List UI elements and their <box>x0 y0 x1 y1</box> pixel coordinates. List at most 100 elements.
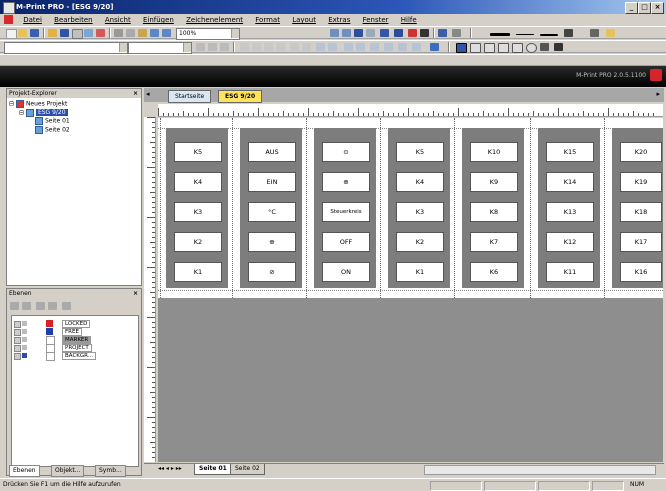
key-label[interactable]: OFF <box>322 232 370 252</box>
key-label[interactable]: K9 <box>470 172 518 192</box>
key-label[interactable]: K10 <box>470 142 518 162</box>
text-frame-icon[interactable] <box>484 43 495 53</box>
undo-icon[interactable] <box>150 29 159 37</box>
chevron-right-icon[interactable]: ▸ <box>656 90 660 98</box>
ellipse-tool-icon[interactable] <box>526 43 537 53</box>
key-label[interactable]: °C <box>248 202 296 222</box>
cut-icon[interactable] <box>114 29 123 37</box>
tab-symbole[interactable]: Symb... <box>95 465 126 477</box>
text-icon[interactable] <box>438 29 447 37</box>
ruler-icon[interactable] <box>366 29 375 37</box>
redo-icon[interactable] <box>162 29 171 37</box>
key-label[interactable]: K5 <box>174 142 222 162</box>
key-label[interactable]: K20 <box>620 142 662 162</box>
label-strip[interactable]: K5 K4 K3 K2 K1 <box>166 128 228 288</box>
key-label[interactable]: AUS <box>248 142 296 162</box>
align-bottom-icon[interactable] <box>302 43 311 51</box>
tab-seite-01[interactable]: Seite 01 <box>194 464 232 475</box>
layer-color-swatch[interactable] <box>46 352 55 361</box>
key-label[interactable]: K3 <box>174 202 222 222</box>
fill-color-icon[interactable] <box>590 29 599 37</box>
lock-icon[interactable] <box>22 337 27 342</box>
open-icon[interactable] <box>18 29 27 37</box>
marker-icon[interactable] <box>408 29 417 37</box>
layer-color-swatch[interactable] <box>46 328 53 335</box>
key-label[interactable]: K8 <box>470 202 518 222</box>
layer-row[interactable]: BACKGR... <box>14 352 106 361</box>
export-icon[interactable] <box>96 29 105 37</box>
select-tool-icon[interactable] <box>456 43 467 53</box>
align-left-icon[interactable] <box>240 43 249 51</box>
layout-icon[interactable] <box>380 29 389 37</box>
chevron-down-icon[interactable] <box>119 43 127 52</box>
menu-datei[interactable]: Datei <box>18 14 47 26</box>
layer-properties-icon[interactable] <box>62 302 71 310</box>
table-icon[interactable] <box>420 29 429 37</box>
key-label[interactable]: K18 <box>620 202 662 222</box>
label-strip[interactable]: K5 K4 K3 K2 K1 <box>388 128 450 288</box>
ungroup-icon[interactable] <box>370 43 379 51</box>
lock-icon[interactable] <box>22 353 27 358</box>
folder-icon[interactable] <box>48 29 57 37</box>
key-label[interactable]: K7 <box>470 232 518 252</box>
key-label[interactable]: EIN <box>248 172 296 192</box>
document-icon[interactable] <box>4 15 13 24</box>
tab-esg-9-20[interactable]: ESG 9/20 <box>218 90 263 103</box>
chevron-down-icon[interactable] <box>231 29 239 38</box>
font-select[interactable] <box>4 42 128 54</box>
maximize-button[interactable]: □ <box>638 2 651 14</box>
menu-einfuegen[interactable]: Einfügen <box>138 14 179 26</box>
menu-fenster[interactable]: Fenster <box>358 14 394 26</box>
align-middle-icon[interactable] <box>290 43 299 51</box>
distribute-icon[interactable] <box>344 43 353 51</box>
menu-zeichenelement[interactable]: Zeichenelement <box>181 14 248 26</box>
menu-bearbeiten[interactable]: Bearbeiten <box>49 14 97 26</box>
close-button[interactable]: × <box>651 2 664 14</box>
app-icon[interactable] <box>3 2 15 14</box>
close-icon[interactable]: × <box>133 289 138 298</box>
text-tool-icon[interactable] <box>430 43 439 51</box>
line-width-icon[interactable] <box>516 34 534 35</box>
move-down-icon[interactable] <box>48 302 57 310</box>
new-layer-icon[interactable] <box>10 302 19 310</box>
barcode-tool-icon[interactable] <box>554 43 563 51</box>
copy-icon[interactable] <box>126 29 135 37</box>
tree-item-page-02[interactable]: Seite 02 <box>9 125 139 135</box>
align-right-icon[interactable] <box>264 43 273 51</box>
lock-icon[interactable] <box>412 43 421 51</box>
properties-icon[interactable] <box>452 29 461 37</box>
key-label[interactable]: K6 <box>470 262 518 282</box>
options-icon[interactable] <box>606 29 615 37</box>
key-label[interactable]: ⊘ <box>248 262 296 282</box>
move-up-icon[interactable] <box>36 302 45 310</box>
key-label[interactable]: K15 <box>546 142 594 162</box>
layer-row[interactable]: LOCKED <box>14 320 106 328</box>
key-label[interactable]: K16 <box>620 262 662 282</box>
close-icon[interactable]: × <box>133 89 138 98</box>
grid-icon[interactable] <box>354 29 363 37</box>
key-label[interactable]: K5 <box>396 142 444 162</box>
menu-extras[interactable]: Extras <box>323 14 355 26</box>
key-label[interactable]: ⊙ <box>322 142 370 162</box>
key-label[interactable]: K12 <box>546 232 594 252</box>
chevron-down-icon[interactable] <box>183 43 191 52</box>
layer-row[interactable]: PROJECT <box>14 344 106 353</box>
key-label[interactable]: Steuerkreis <box>322 202 370 222</box>
lock-icon[interactable] <box>22 321 27 326</box>
key-label[interactable]: K2 <box>174 232 222 252</box>
back-icon[interactable] <box>398 43 407 51</box>
eye-icon[interactable] <box>14 329 21 336</box>
flip-icon[interactable] <box>328 43 337 51</box>
underline-icon[interactable] <box>220 43 229 51</box>
line-tool-icon[interactable] <box>512 43 523 53</box>
frame-tool-icon[interactable] <box>470 43 481 53</box>
tab-objekte[interactable]: Objekt... <box>51 465 85 477</box>
label-strip[interactable]: K15 K14 K13 K12 K11 <box>538 128 600 288</box>
zoom-select[interactable]: 100% <box>176 28 240 40</box>
line-color-icon[interactable] <box>564 29 573 37</box>
key-label[interactable]: ⊕ <box>248 232 296 252</box>
bold-icon[interactable] <box>196 43 205 51</box>
key-label[interactable]: K2 <box>396 232 444 252</box>
key-label[interactable]: K4 <box>396 172 444 192</box>
label-strip[interactable]: K10 K9 K8 K7 K6 <box>462 128 524 288</box>
